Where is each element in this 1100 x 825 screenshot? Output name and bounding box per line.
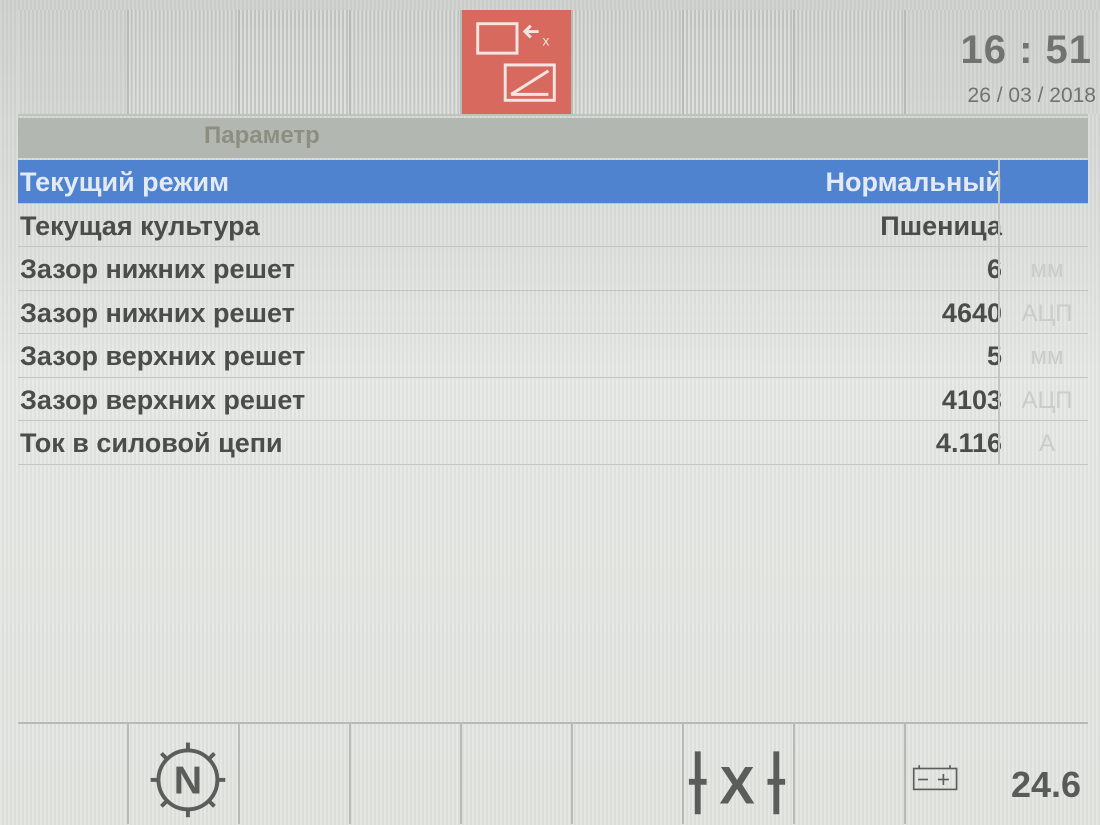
- top-slot-3[interactable]: [240, 10, 351, 114]
- svg-text:X: X: [719, 756, 754, 815]
- parameter-value: 4103: [941, 384, 1002, 415]
- parameter-value: 4640: [941, 297, 1002, 328]
- parameter-name: Текущая культура: [20, 210, 260, 241]
- axle-lock-indicator[interactable]: X: [684, 724, 795, 824]
- bottom-slot-4[interactable]: [351, 724, 462, 824]
- column-divider: [998, 421, 1000, 464]
- clock-date: 26 / 03 / 2018: [967, 84, 1096, 107]
- svg-text:x: x: [543, 33, 550, 48]
- x-axle-icon: X: [688, 751, 786, 815]
- neutral-gear-icon: N: [150, 742, 226, 818]
- top-status-bar: x 16 : 51 26 / 03 / 2018: [18, 10, 1100, 116]
- parameter-unit: мм: [1030, 343, 1064, 370]
- column-divider: [998, 203, 1000, 246]
- top-slot-8[interactable]: [795, 10, 906, 114]
- table-header: Параметр: [18, 118, 1088, 158]
- screen-switch-icon: x: [476, 22, 556, 102]
- parameter-name: Зазор верхних решет: [20, 341, 306, 371]
- parameter-value: Нормальный: [825, 167, 1002, 197]
- parameter-column-header: Параметр: [204, 122, 320, 149]
- svg-text:N: N: [174, 759, 202, 803]
- parameter-name: Зазор нижних решет: [20, 254, 295, 284]
- table-row[interactable]: Зазор верхних решет 5 мм: [18, 334, 1088, 378]
- battery-icon: [912, 765, 958, 791]
- top-slot-2[interactable]: [129, 10, 240, 114]
- bottom-slot-8[interactable]: [795, 724, 906, 824]
- bottom-slot-3[interactable]: [240, 724, 351, 824]
- parameter-name: Зазор нижних решет: [20, 297, 295, 328]
- column-divider: [998, 377, 1000, 420]
- top-slot-7[interactable]: [684, 10, 795, 114]
- display-screen: x 16 : 51 26 / 03 / 2018 Параметр Текущи…: [0, 0, 1100, 825]
- clock-time: 16 : 51: [960, 28, 1092, 72]
- table-row[interactable]: Зазор верхних решет 4103 АЦП: [18, 377, 1088, 421]
- bottom-slot-5[interactable]: [462, 724, 573, 824]
- column-divider: [998, 160, 1000, 203]
- parameter-unit: мм: [1030, 256, 1064, 283]
- column-divider: [998, 290, 1000, 333]
- parameter-unit: АЦП: [1021, 299, 1073, 327]
- parameter-unit: АЦП: [1021, 386, 1073, 414]
- screen-switch-button[interactable]: x: [462, 10, 573, 114]
- parameter-name: Текущий режим: [20, 167, 230, 197]
- bottom-slot-1[interactable]: [18, 724, 129, 824]
- table-row[interactable]: Ток в силовой цепи 4.116 А: [18, 421, 1088, 465]
- parameter-unit: А: [1038, 430, 1055, 457]
- parameter-name: Зазор верхних решет: [20, 384, 306, 415]
- bottom-slot-6[interactable]: [573, 724, 684, 824]
- parameter-table: Текущий режим Нормальный Текущая культур…: [18, 160, 1088, 465]
- battery-voltage: 24.6: [1011, 764, 1082, 805]
- column-divider: [998, 247, 1000, 290]
- table-row[interactable]: Текущий режим Нормальный: [18, 160, 1088, 204]
- table-row[interactable]: Зазор нижних решет 4640 АЦП: [18, 290, 1088, 334]
- neutral-gear-indicator[interactable]: N: [129, 724, 240, 824]
- column-divider: [998, 334, 1000, 377]
- table-row[interactable]: Зазор нижних решет 6 мм: [18, 247, 1088, 291]
- table-row[interactable]: Текущая культура Пшеница: [18, 203, 1088, 247]
- top-slot-4[interactable]: [351, 10, 462, 114]
- top-slot-6[interactable]: [573, 10, 684, 114]
- clock-panel: 16 : 51 26 / 03 / 2018: [906, 10, 1100, 114]
- battery-indicator: 24.6: [906, 724, 1100, 824]
- parameter-name: Ток в силовой цепи: [20, 428, 283, 458]
- top-slot-1[interactable]: [18, 10, 129, 114]
- bottom-status-bar: N X 24.6: [18, 722, 1088, 824]
- parameter-value: 4.116: [935, 428, 1002, 458]
- parameter-value: Пшеница: [880, 210, 1002, 241]
